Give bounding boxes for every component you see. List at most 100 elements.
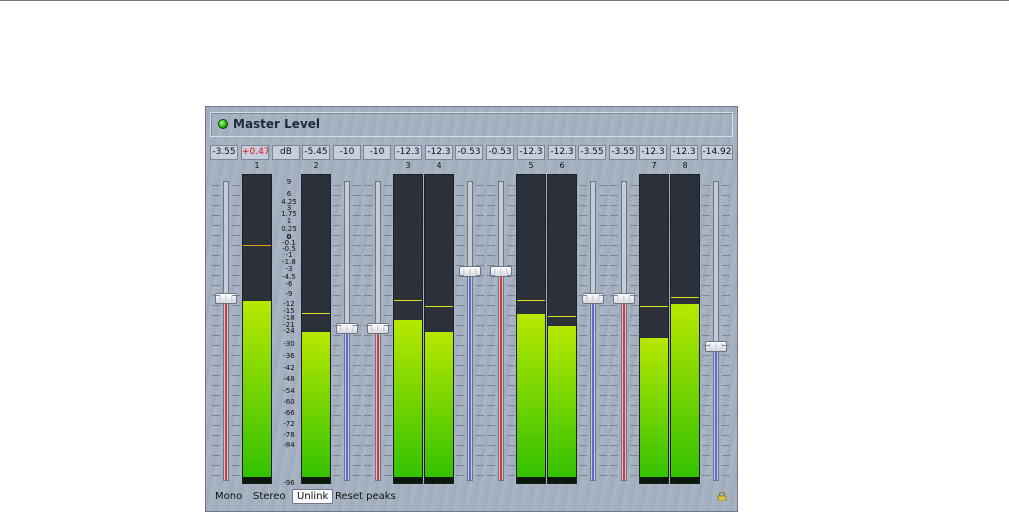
fader-tick	[384, 335, 392, 336]
fader-tick	[702, 185, 710, 186]
fader-tick	[456, 285, 464, 286]
level-meter-6	[547, 174, 577, 484]
fader-tick	[722, 395, 730, 396]
stereo-button[interactable]: Stereo	[253, 489, 286, 504]
fader-tick	[487, 185, 495, 186]
fader-tick	[579, 235, 587, 236]
db-scale-label: -48	[283, 375, 295, 383]
fader-tick	[507, 295, 515, 296]
fader-tick	[630, 365, 638, 366]
fader-track-5[interactable]: ⋮⋮⋮	[490, 181, 512, 481]
fader-tick	[333, 395, 341, 396]
fader-tick	[353, 205, 361, 206]
fader-tick	[599, 345, 607, 346]
unlink-button[interactable]: Unlink	[292, 489, 334, 504]
fader-tick	[212, 275, 220, 276]
fader-track-3[interactable]: ⋮⋮⋮	[367, 181, 389, 481]
fader-tick	[507, 385, 515, 386]
fader-tick	[384, 285, 392, 286]
fader-tick	[364, 425, 372, 426]
fader-tick	[353, 375, 361, 376]
fader-tick	[353, 285, 361, 286]
fader-track-2[interactable]: ⋮⋮⋮	[336, 181, 358, 481]
fader-tick	[333, 465, 341, 466]
fader-tick	[579, 345, 587, 346]
fader-tick	[507, 215, 515, 216]
fader-tick	[487, 255, 495, 256]
fader-tick	[599, 355, 607, 356]
fader-tick	[456, 475, 464, 476]
fader-tick	[353, 365, 361, 366]
fader-tick	[702, 335, 710, 336]
lock-icon[interactable]	[717, 492, 727, 501]
fader-tick	[232, 385, 240, 386]
fader-tick	[384, 275, 392, 276]
fader-tick	[722, 385, 730, 386]
fader-tick	[353, 255, 361, 256]
fader-tick	[702, 295, 710, 296]
readout-meter-1: +0.47	[241, 145, 269, 160]
fader-tick	[487, 305, 495, 306]
fader-tick	[610, 475, 618, 476]
fader-track-7[interactable]: ⋮⋮⋮	[613, 181, 635, 481]
fader-tick	[722, 345, 730, 346]
fader-tick	[579, 395, 587, 396]
fader-tick	[333, 285, 341, 286]
fader-tick	[722, 365, 730, 366]
fader-tick	[333, 355, 341, 356]
fader-tick	[610, 465, 618, 466]
fader-track-1[interactable]: ⋮⋮⋮	[215, 181, 237, 481]
fader-tick	[456, 235, 464, 236]
fader-tick	[333, 435, 341, 436]
fader-track-6[interactable]: ⋮⋮⋮	[582, 181, 604, 481]
fader-tick	[630, 195, 638, 196]
fader-tick	[212, 335, 220, 336]
fader-track-4[interactable]: ⋮⋮⋮	[459, 181, 481, 481]
fader-tick	[599, 255, 607, 256]
db-scale-label: 6	[286, 190, 292, 198]
fader-tick	[579, 265, 587, 266]
fader-tick	[487, 445, 495, 446]
fader-tick	[212, 325, 220, 326]
fader-tick	[487, 385, 495, 386]
fader-tick	[364, 375, 372, 376]
fader-tick	[610, 255, 618, 256]
fader-tick	[722, 375, 730, 376]
fader-tick	[702, 385, 710, 386]
fader-tick	[487, 275, 495, 276]
fader-tick	[630, 465, 638, 466]
fader-tick	[333, 445, 341, 446]
fader-tick	[212, 385, 220, 386]
fader-tick	[476, 425, 484, 426]
fader-tick	[487, 365, 495, 366]
fader-tick	[579, 185, 587, 186]
fader-tick	[212, 465, 220, 466]
fader-tick	[579, 195, 587, 196]
fader-tick	[212, 425, 220, 426]
fader-tick	[476, 455, 484, 456]
channel-label: 3	[405, 161, 411, 170]
fader-handle[interactable]: ⋮⋮⋮	[705, 340, 727, 352]
fader-tick	[599, 455, 607, 456]
fader-tick	[364, 255, 372, 256]
readout-fader-2: -10	[333, 145, 361, 160]
fader-track-8[interactable]: ⋮⋮⋮	[705, 181, 727, 481]
fader-tick	[476, 395, 484, 396]
fader-tick	[212, 475, 220, 476]
fader-tick	[610, 225, 618, 226]
fader-tick	[610, 375, 618, 376]
readout-meter-2: -5.45	[302, 145, 330, 160]
fader-tick	[702, 265, 710, 266]
fader-tick	[722, 205, 730, 206]
reset-peaks-button[interactable]: Reset peaks	[335, 489, 396, 504]
fader-tick	[212, 375, 220, 376]
fader-tick	[507, 235, 515, 236]
mono-button[interactable]: Mono	[215, 489, 242, 504]
fader-tick	[456, 255, 464, 256]
db-scale-label: 9	[286, 178, 292, 186]
fader-tick	[702, 325, 710, 326]
fader-tick	[212, 255, 220, 256]
fader-level-bar	[623, 298, 625, 480]
fader-tick	[722, 265, 730, 266]
level-meter-5	[516, 174, 546, 484]
